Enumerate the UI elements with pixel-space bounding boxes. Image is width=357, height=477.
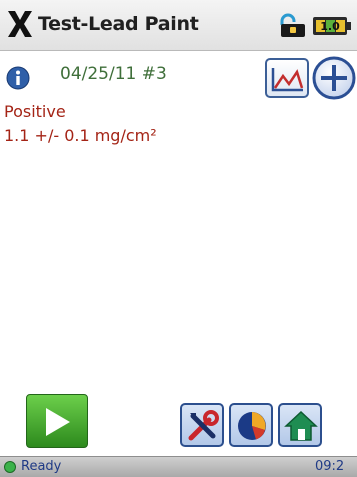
- start-test-button[interactable]: [26, 394, 88, 448]
- info-icon[interactable]: [6, 66, 30, 90]
- graph-icon: [271, 68, 304, 92]
- home-icon: [284, 410, 318, 441]
- status-bar: Ready 09:2: [0, 456, 357, 477]
- result-status: Positive: [4, 102, 66, 121]
- pie-chart-icon: [238, 412, 266, 440]
- clock: 09:2: [315, 459, 345, 474]
- battery-icon: 1.0: [313, 17, 351, 35]
- lock-icon[interactable]: [278, 13, 308, 39]
- graph-button[interactable]: [265, 58, 309, 98]
- close-x-icon[interactable]: [6, 9, 34, 39]
- status-text: Ready: [21, 459, 62, 474]
- play-icon: [46, 408, 70, 436]
- results-chart-button[interactable]: [229, 403, 273, 447]
- battery-label: 1.0: [320, 20, 340, 33]
- add-button[interactable]: [312, 56, 356, 100]
- status-indicator-icon: [4, 461, 16, 473]
- test-id-label: 04/25/11 #3: [60, 64, 167, 84]
- home-button[interactable]: [278, 403, 322, 447]
- tools-icon: [188, 410, 219, 441]
- tools-button[interactable]: [180, 403, 224, 447]
- app-title: Test-Lead Paint: [38, 13, 199, 35]
- title-bar: Test-Lead Paint 1.0: [0, 0, 357, 51]
- result-value: 1.1 +/- 0.1 mg/cm²: [4, 126, 157, 145]
